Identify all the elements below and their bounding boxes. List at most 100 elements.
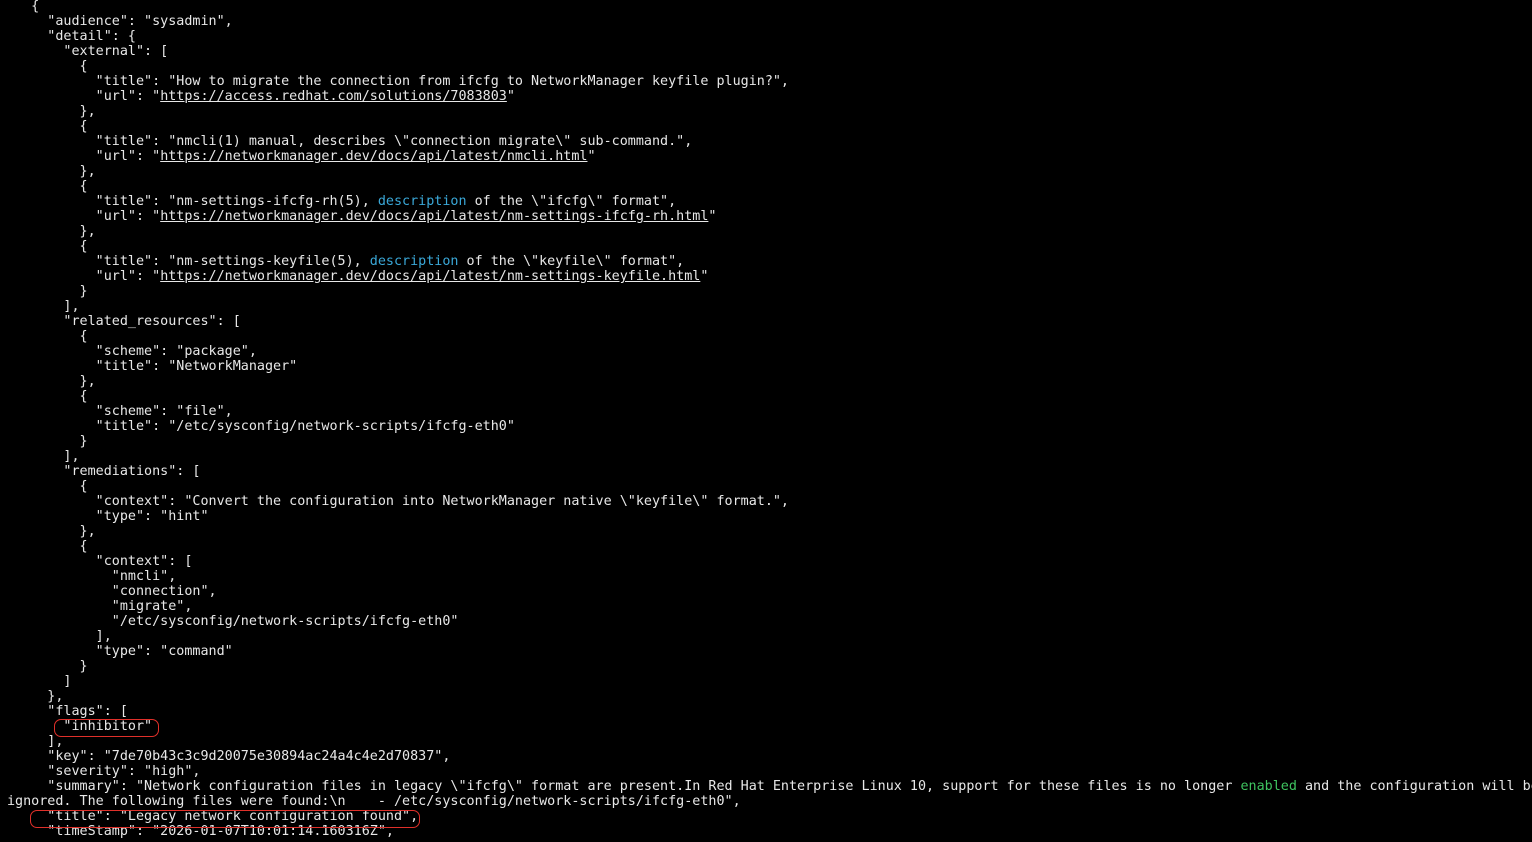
terminal-line: ignored. The following files were found:… bbox=[7, 794, 1529, 809]
text-segment: { bbox=[7, 0, 40, 14]
text-segment: ignored. The following files were found:… bbox=[7, 794, 741, 809]
terminal-window[interactable]: { "audience": "sysadmin", "detail": { "e… bbox=[0, 0, 1532, 842]
terminal-line: { bbox=[7, 389, 1529, 404]
text-segment: ], bbox=[7, 629, 112, 644]
text-segment: { bbox=[7, 239, 88, 254]
terminal-line: "external": [ bbox=[7, 44, 1529, 59]
text-segment: " bbox=[506, 89, 515, 104]
text-segment: "flags": [ bbox=[7, 704, 128, 719]
terminal-line: "/etc/sysconfig/network-scripts/ifcfg-et… bbox=[7, 614, 1529, 629]
text-segment: "remediations": [ bbox=[7, 464, 201, 479]
text-segment: "inhibitor" bbox=[7, 719, 153, 734]
text-segment: "context": [ bbox=[7, 554, 193, 569]
terminal-line: "connection", bbox=[7, 584, 1529, 599]
text-segment: "title": "Legacy network configuration f… bbox=[7, 809, 419, 824]
text-segment: "migrate", bbox=[7, 599, 193, 614]
text-segment: { bbox=[7, 329, 88, 344]
url-link[interactable]: https://networkmanager.dev/docs/api/late… bbox=[160, 209, 708, 224]
terminal-line: } bbox=[7, 284, 1529, 299]
terminal-line: "key": "7de70b43c3c9d20075e30894ac24a4c4… bbox=[7, 749, 1529, 764]
text-segment: ] bbox=[7, 674, 72, 689]
text-segment: "severity": "high", bbox=[7, 764, 201, 779]
terminal-line: ], bbox=[7, 629, 1529, 644]
terminal-line: ], bbox=[7, 449, 1529, 464]
highlighted-keyword: description bbox=[377, 194, 467, 209]
terminal-line: }, bbox=[7, 689, 1529, 704]
terminal-line: }, bbox=[7, 524, 1529, 539]
terminal-line: "scheme": "file", bbox=[7, 404, 1529, 419]
text-segment: { bbox=[7, 479, 88, 494]
text-segment: "related_resources": [ bbox=[7, 314, 241, 329]
text-segment: }, bbox=[7, 524, 96, 539]
terminal-line: { bbox=[7, 179, 1529, 194]
terminal-line: { bbox=[7, 329, 1529, 344]
terminal-line: "flags": [ bbox=[7, 704, 1529, 719]
terminal-line: { bbox=[7, 479, 1529, 494]
text-segment: "type": "hint" bbox=[7, 509, 209, 524]
text-segment: "context": "Convert the configuration in… bbox=[7, 494, 789, 509]
url-link[interactable]: https://access.redhat.com/solutions/7083… bbox=[160, 89, 507, 104]
terminal-line: }, bbox=[7, 224, 1529, 239]
terminal-line: "detail": { bbox=[7, 29, 1529, 44]
text-segment: "url": " bbox=[7, 149, 161, 164]
text-segment: "scheme": "file", bbox=[7, 404, 233, 419]
text-segment: "title": "How to migrate the connection … bbox=[7, 74, 789, 89]
url-link[interactable]: https://networkmanager.dev/docs/api/late… bbox=[160, 269, 700, 284]
text-segment: " bbox=[708, 209, 717, 224]
terminal-line: "severity": "high", bbox=[7, 764, 1529, 779]
terminal-line: } bbox=[7, 434, 1529, 449]
terminal-line: "inhibitor" bbox=[7, 719, 1529, 734]
text-segment: "key": "7de70b43c3c9d20075e30894ac24a4c4… bbox=[7, 749, 451, 764]
terminal-line: "nmcli", bbox=[7, 569, 1529, 584]
terminal-line: "url": "https://networkmanager.dev/docs/… bbox=[7, 269, 1529, 284]
text-segment: "nmcli", bbox=[7, 569, 177, 584]
text-segment: }, bbox=[7, 374, 96, 389]
terminal-line: }, bbox=[7, 374, 1529, 389]
terminal-line: { bbox=[7, 119, 1529, 134]
terminal-line: "scheme": "package", bbox=[7, 344, 1529, 359]
text-segment: "title": "nmcli(1) manual, describes \"c… bbox=[7, 134, 693, 149]
terminal-line: "title": "Legacy network configuration f… bbox=[7, 809, 1529, 824]
terminal-line: "audience": "sysadmin", bbox=[7, 14, 1529, 29]
text-segment: "title": "/etc/sysconfig/network-scripts… bbox=[7, 419, 515, 434]
terminal-line: "title": "nm-settings-keyfile(5), descri… bbox=[7, 254, 1529, 269]
terminal-line: }, bbox=[7, 104, 1529, 119]
text-segment: { bbox=[7, 389, 88, 404]
text-segment: "url": " bbox=[7, 269, 161, 284]
terminal-line: }, bbox=[7, 164, 1529, 179]
text-segment: "title": "nm-settings-ifcfg-rh(5), bbox=[7, 194, 378, 209]
text-segment: ], bbox=[7, 734, 64, 749]
text-segment: "url": " bbox=[7, 209, 161, 224]
terminal-line: "type": "command" bbox=[7, 644, 1529, 659]
terminal-line: ] bbox=[7, 674, 1529, 689]
text-segment: }, bbox=[7, 104, 96, 119]
terminal-line: { bbox=[7, 539, 1529, 554]
terminal-line: "context": [ bbox=[7, 554, 1529, 569]
text-segment: of the \"ifcfg\" format", bbox=[466, 194, 677, 209]
text-segment: "audience": "sysadmin", bbox=[7, 14, 233, 29]
text-segment: "external": [ bbox=[7, 44, 169, 59]
terminal-line: { bbox=[7, 239, 1529, 254]
text-segment: and the configuration will be bbox=[1296, 779, 1532, 794]
text-segment: " bbox=[700, 269, 709, 284]
text-segment: }, bbox=[7, 689, 64, 704]
terminal-line: "title": "/etc/sysconfig/network-scripts… bbox=[7, 419, 1529, 434]
text-segment: " bbox=[587, 149, 596, 164]
highlighted-keyword: enabled bbox=[1240, 779, 1297, 794]
text-segment: { bbox=[7, 539, 88, 554]
url-link[interactable]: https://networkmanager.dev/docs/api/late… bbox=[160, 149, 587, 164]
text-segment: "timeStamp": "2026-01-07T10:01:14.160316… bbox=[7, 824, 394, 839]
text-segment: "title": "NetworkManager" bbox=[7, 359, 298, 374]
text-segment: }, bbox=[7, 224, 96, 239]
terminal-line: ], bbox=[7, 734, 1529, 749]
terminal-line: { bbox=[7, 59, 1529, 74]
text-segment: } bbox=[7, 434, 88, 449]
highlighted-keyword: description bbox=[369, 254, 459, 269]
terminal-line: "context": "Convert the configuration in… bbox=[7, 494, 1529, 509]
text-segment: { bbox=[7, 119, 88, 134]
text-segment: ], bbox=[7, 299, 80, 314]
text-segment: "/etc/sysconfig/network-scripts/ifcfg-et… bbox=[7, 614, 459, 629]
text-segment: "url": " bbox=[7, 89, 161, 104]
terminal-line: "type": "hint" bbox=[7, 509, 1529, 524]
text-segment: { bbox=[7, 59, 88, 74]
